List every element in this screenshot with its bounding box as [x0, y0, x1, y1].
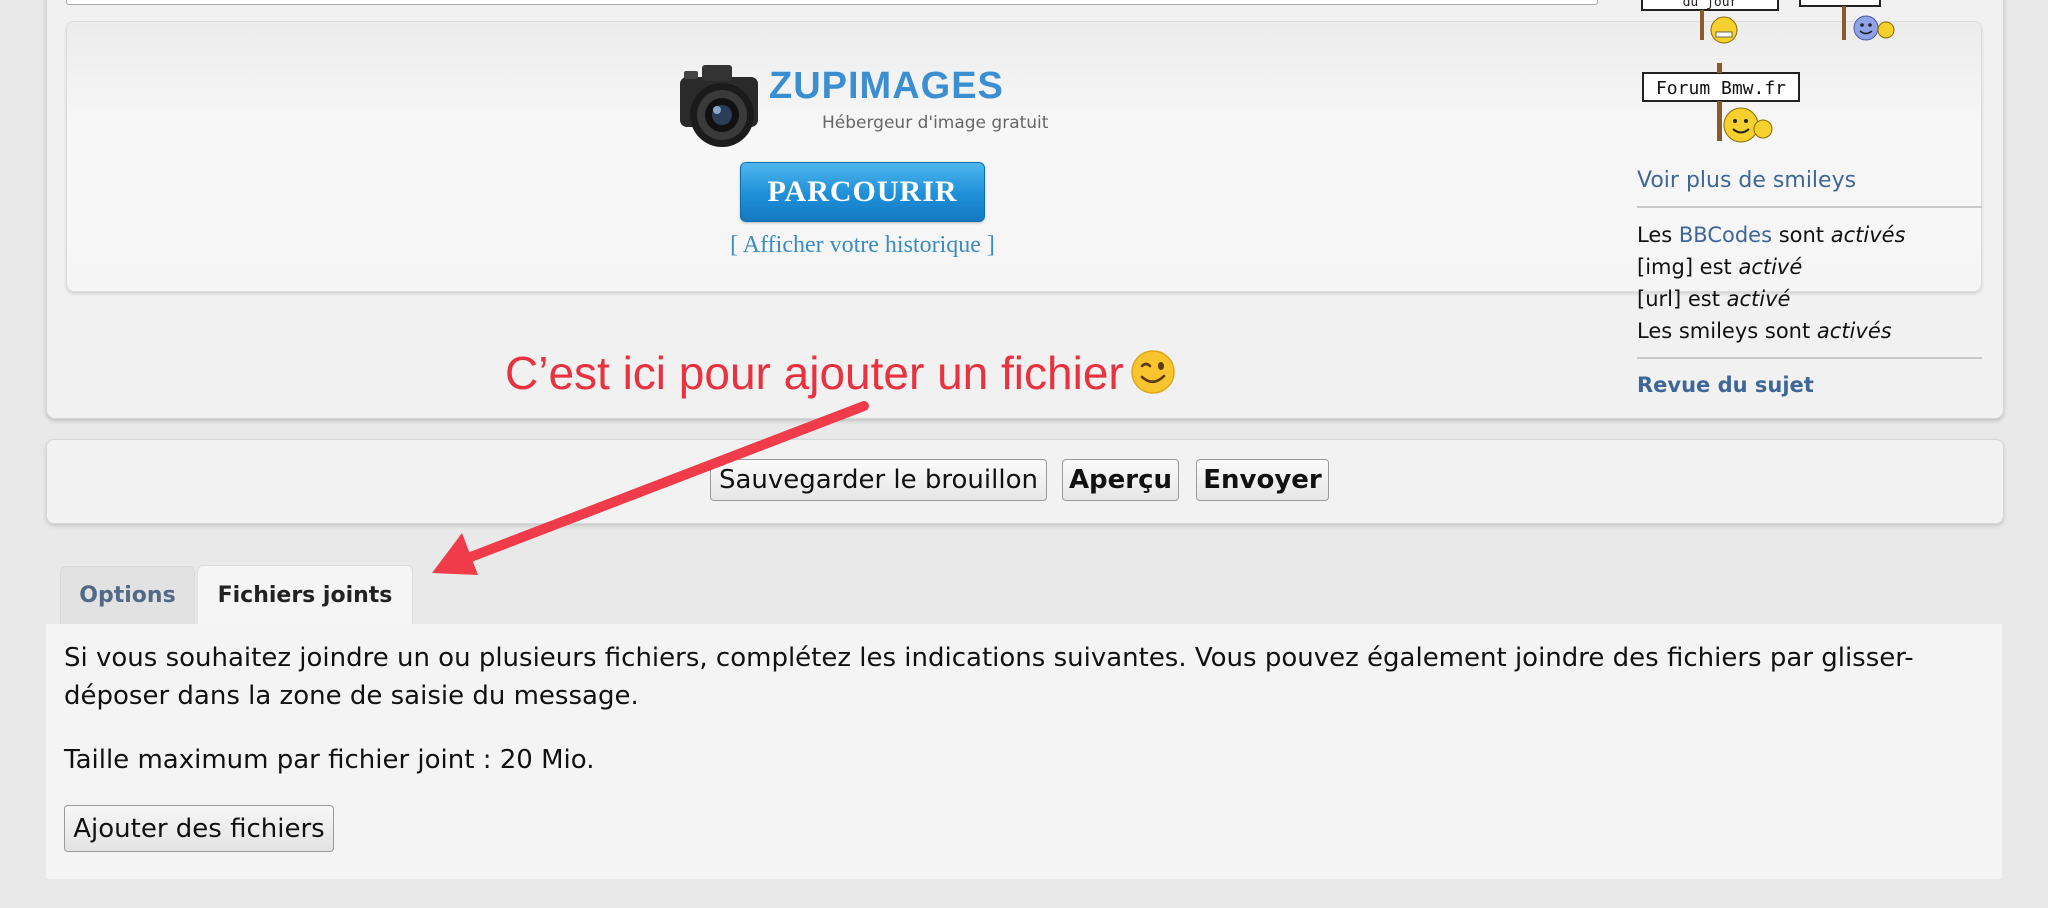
tab-options[interactable]: Options	[60, 566, 195, 624]
attachments-instructions-line1: Si vous souhaitez joindre un ou plusieur…	[64, 643, 1914, 673]
attachments-instructions-line2: déposer dans la zone de saisie du messag…	[64, 681, 639, 711]
max-size-text: Taille maximum par fichier joint : 20 Mi…	[64, 745, 595, 775]
tab-attachments[interactable]: Fichiers joints	[197, 565, 413, 625]
add-files-button[interactable]: Ajouter des fichiers	[64, 805, 334, 852]
